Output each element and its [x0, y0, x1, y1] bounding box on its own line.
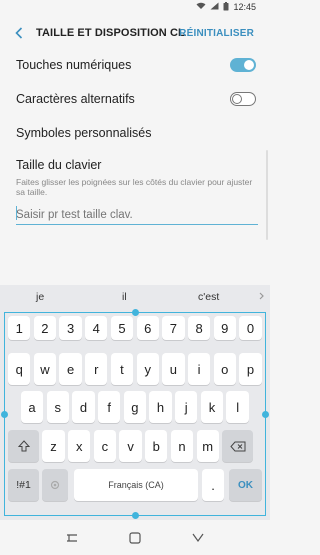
- keyboard-size-description: Faites glisser les poignées sur les côté…: [16, 177, 253, 197]
- gear-icon: [51, 480, 60, 490]
- status-bar: 12:45: [0, 0, 270, 14]
- home-button[interactable]: [120, 523, 150, 553]
- shift-key[interactable]: [8, 430, 39, 462]
- battery-icon: [223, 1, 229, 13]
- back-nav-button[interactable]: [183, 523, 213, 553]
- key-number[interactable]: 2: [33, 316, 57, 340]
- key-number[interactable]: 3: [59, 316, 82, 340]
- key-letter[interactable]: o: [213, 353, 236, 385]
- key-number[interactable]: 6: [136, 316, 159, 340]
- key-letter[interactable]: f: [97, 391, 121, 423]
- back-button[interactable]: [6, 18, 32, 48]
- suggestion-3[interactable]: c'est: [198, 291, 219, 303]
- symbols-key[interactable]: !#1: [8, 469, 39, 501]
- key-number[interactable]: 0: [239, 316, 262, 340]
- key-letter[interactable]: c: [93, 430, 117, 462]
- shift-icon: [17, 440, 30, 452]
- setting-alternative-characters[interactable]: Caractères alternatifs: [16, 90, 256, 108]
- key-number[interactable]: 1: [8, 316, 31, 340]
- resize-handle-left[interactable]: [1, 411, 8, 418]
- key-letter[interactable]: x: [68, 430, 91, 462]
- key-letter[interactable]: a: [20, 391, 44, 423]
- suggestion-bar: je il c'est: [0, 285, 270, 309]
- keyboard-test-input[interactable]: [16, 205, 258, 225]
- space-key[interactable]: Français (CA): [74, 469, 198, 501]
- key-letter[interactable]: m: [196, 430, 219, 462]
- key-letter[interactable]: y: [136, 353, 159, 385]
- key-letter[interactable]: e: [59, 353, 82, 385]
- key-letter[interactable]: b: [145, 430, 168, 462]
- scrollbar[interactable]: [266, 150, 268, 240]
- key-letter[interactable]: r: [85, 353, 108, 385]
- keyboard-size-title: Taille du clavier: [16, 158, 102, 172]
- back-icon: [192, 533, 204, 543]
- key-letter[interactable]: u: [162, 353, 185, 385]
- key-letter[interactable]: k: [200, 391, 224, 423]
- alternative-characters-toggle[interactable]: [230, 92, 256, 106]
- key-letter[interactable]: t: [110, 353, 134, 385]
- suggestion-1[interactable]: je: [36, 291, 44, 303]
- suggestion-2[interactable]: il: [122, 291, 127, 303]
- key-letter[interactable]: i: [187, 353, 211, 385]
- setting-custom-symbols[interactable]: Symboles personnalisés: [16, 124, 256, 142]
- key-letter[interactable]: v: [119, 430, 142, 462]
- keyboard: je il c'est 1234567890 qwertyuiop asdfghjk…: [0, 285, 270, 520]
- key-letter[interactable]: s: [46, 391, 69, 423]
- settings-key[interactable]: [42, 469, 69, 501]
- resize-handle-right[interactable]: [262, 411, 269, 418]
- setting-label: Touches numériques: [16, 58, 132, 72]
- key-number[interactable]: 8: [187, 316, 211, 340]
- setting-label: Symboles personnalisés: [16, 126, 152, 140]
- key-letter[interactable]: z: [42, 430, 65, 462]
- setting-number-keys[interactable]: Touches numériques: [16, 56, 256, 74]
- text-cursor: [16, 206, 17, 220]
- resize-handle-bottom[interactable]: [132, 512, 139, 519]
- navigation-bar: [0, 521, 270, 555]
- clock: 12:45: [233, 2, 256, 12]
- home-icon: [129, 532, 141, 544]
- recents-button[interactable]: [57, 523, 87, 553]
- key-number[interactable]: 7: [162, 316, 185, 340]
- page-title: TAILLE ET DISPOSITION CL...: [36, 27, 186, 39]
- key-number[interactable]: 4: [85, 316, 108, 340]
- ok-key[interactable]: OK: [229, 469, 262, 501]
- setting-label: Caractères alternatifs: [16, 92, 135, 106]
- key-letter[interactable]: h: [149, 391, 172, 423]
- key-letter[interactable]: w: [33, 353, 57, 385]
- number-keys-toggle[interactable]: [230, 58, 256, 72]
- signal-icon: [210, 2, 219, 12]
- key-letter[interactable]: p: [239, 353, 262, 385]
- app-header: TAILLE ET DISPOSITION CL... RÉINITIALISE…: [0, 18, 270, 48]
- key-letter[interactable]: j: [175, 391, 198, 423]
- backspace-icon: [230, 441, 246, 451]
- resize-handle-top[interactable]: [132, 309, 139, 316]
- backspace-key[interactable]: [222, 430, 254, 462]
- key-number[interactable]: 5: [110, 316, 134, 340]
- key-letter[interactable]: n: [170, 430, 194, 462]
- keyboard-size-section: Taille du clavier Faites glisser les poi…: [16, 158, 258, 225]
- recents-icon: [66, 534, 77, 542]
- key-letter[interactable]: g: [123, 391, 147, 423]
- key-letter[interactable]: q: [8, 353, 31, 385]
- key-letter[interactable]: l: [226, 391, 249, 423]
- chevron-right-icon[interactable]: [259, 292, 264, 302]
- key-letter[interactable]: d: [72, 391, 95, 423]
- reset-button[interactable]: RÉINITIALISER: [179, 28, 254, 39]
- period-key[interactable]: .: [202, 469, 224, 501]
- chevron-left-icon: [15, 27, 23, 39]
- wifi-icon: [196, 2, 206, 12]
- key-number[interactable]: 9: [213, 316, 236, 340]
